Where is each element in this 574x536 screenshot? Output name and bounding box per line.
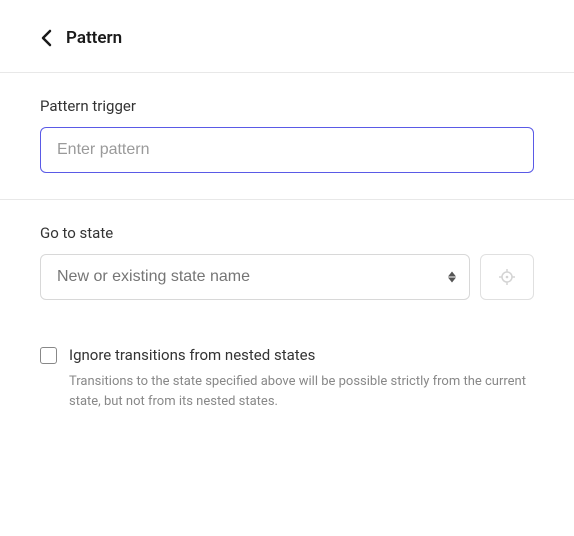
- header: Pattern: [0, 0, 574, 72]
- ignore-transitions-checkbox[interactable]: [40, 347, 57, 364]
- crosshair-icon: [498, 268, 516, 286]
- goto-state-select[interactable]: [40, 254, 470, 300]
- goto-state-section: Go to state: [0, 200, 574, 326]
- ignore-transitions-label: Ignore transitions from nested states: [69, 346, 315, 364]
- goto-state-select-wrap: [40, 254, 470, 300]
- pattern-trigger-section: Pattern trigger: [0, 73, 574, 199]
- locate-state-button[interactable]: [480, 254, 534, 300]
- page-title: Pattern: [66, 28, 122, 48]
- ignore-transitions-helper: Transitions to the state specified above…: [69, 372, 534, 411]
- ignore-transitions-block: Ignore transitions from nested states Tr…: [0, 326, 574, 411]
- back-icon[interactable]: [40, 29, 52, 47]
- pattern-trigger-input[interactable]: [40, 127, 534, 173]
- pattern-trigger-label: Pattern trigger: [40, 97, 534, 115]
- goto-state-label: Go to state: [40, 224, 534, 242]
